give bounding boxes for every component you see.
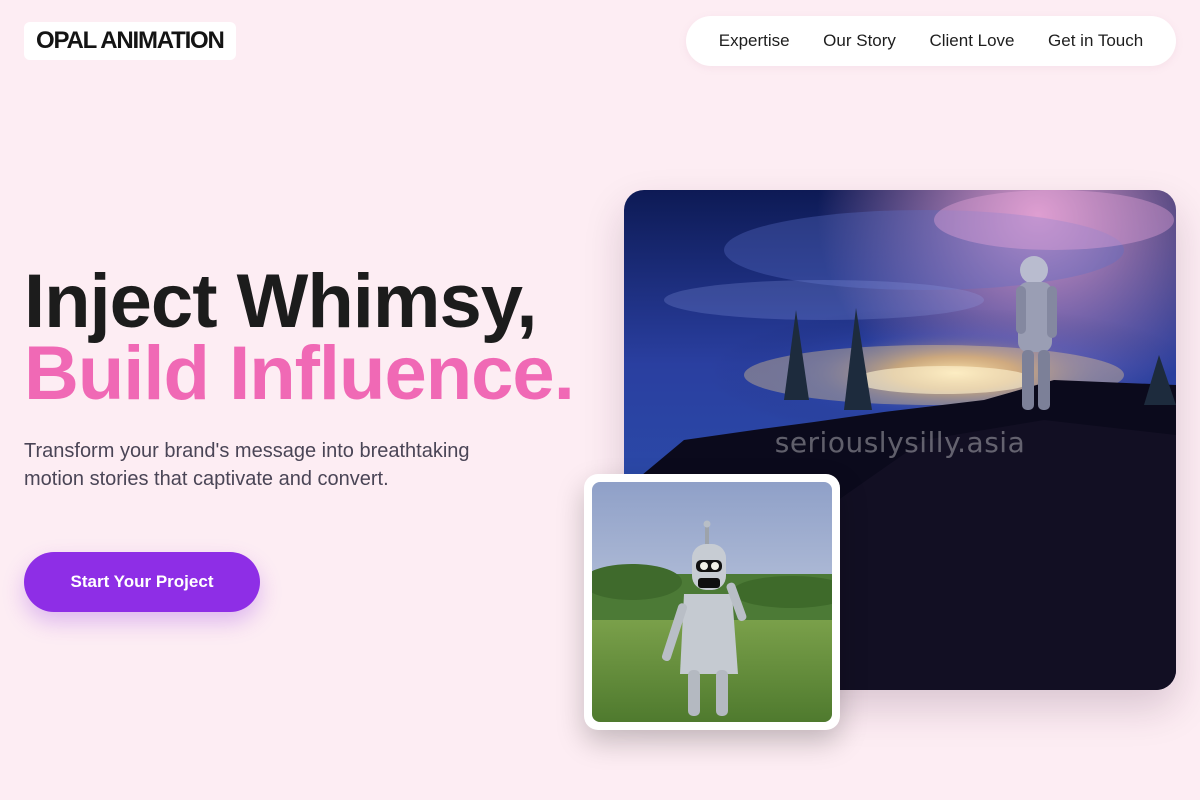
start-project-button[interactable]: Start Your Project xyxy=(24,552,260,612)
main-nav: Expertise Our Story Client Love Get in T… xyxy=(686,16,1176,66)
thumbnail-card xyxy=(584,474,840,730)
nav-link-client-love[interactable]: Client Love xyxy=(929,31,1014,51)
hero-subtext: Transform your brand's message into brea… xyxy=(24,440,470,490)
brand-logo[interactable]: OPAL ANIMATION xyxy=(24,22,236,60)
hero-headline-line2: Build Influence. xyxy=(24,331,575,416)
hero-headline: Inject Whimsy, Build Influence. xyxy=(24,259,575,416)
nav-link-our-story[interactable]: Our Story xyxy=(823,31,896,51)
image-watermark: seriouslysilly.asia xyxy=(774,426,1026,459)
nav-link-expertise[interactable]: Expertise xyxy=(719,31,790,51)
landing-page: OPAL ANIMATION Expertise Our Story Clien… xyxy=(0,0,1200,800)
brand-logo-text: OPAL ANIMATION xyxy=(36,27,225,54)
robot-scene-illustration xyxy=(592,482,832,722)
hero-headline-line1: Inject Whimsy, xyxy=(24,259,537,344)
thumbnail-image-robot xyxy=(592,482,832,722)
nav-link-get-in-touch[interactable]: Get in Touch xyxy=(1048,31,1143,51)
